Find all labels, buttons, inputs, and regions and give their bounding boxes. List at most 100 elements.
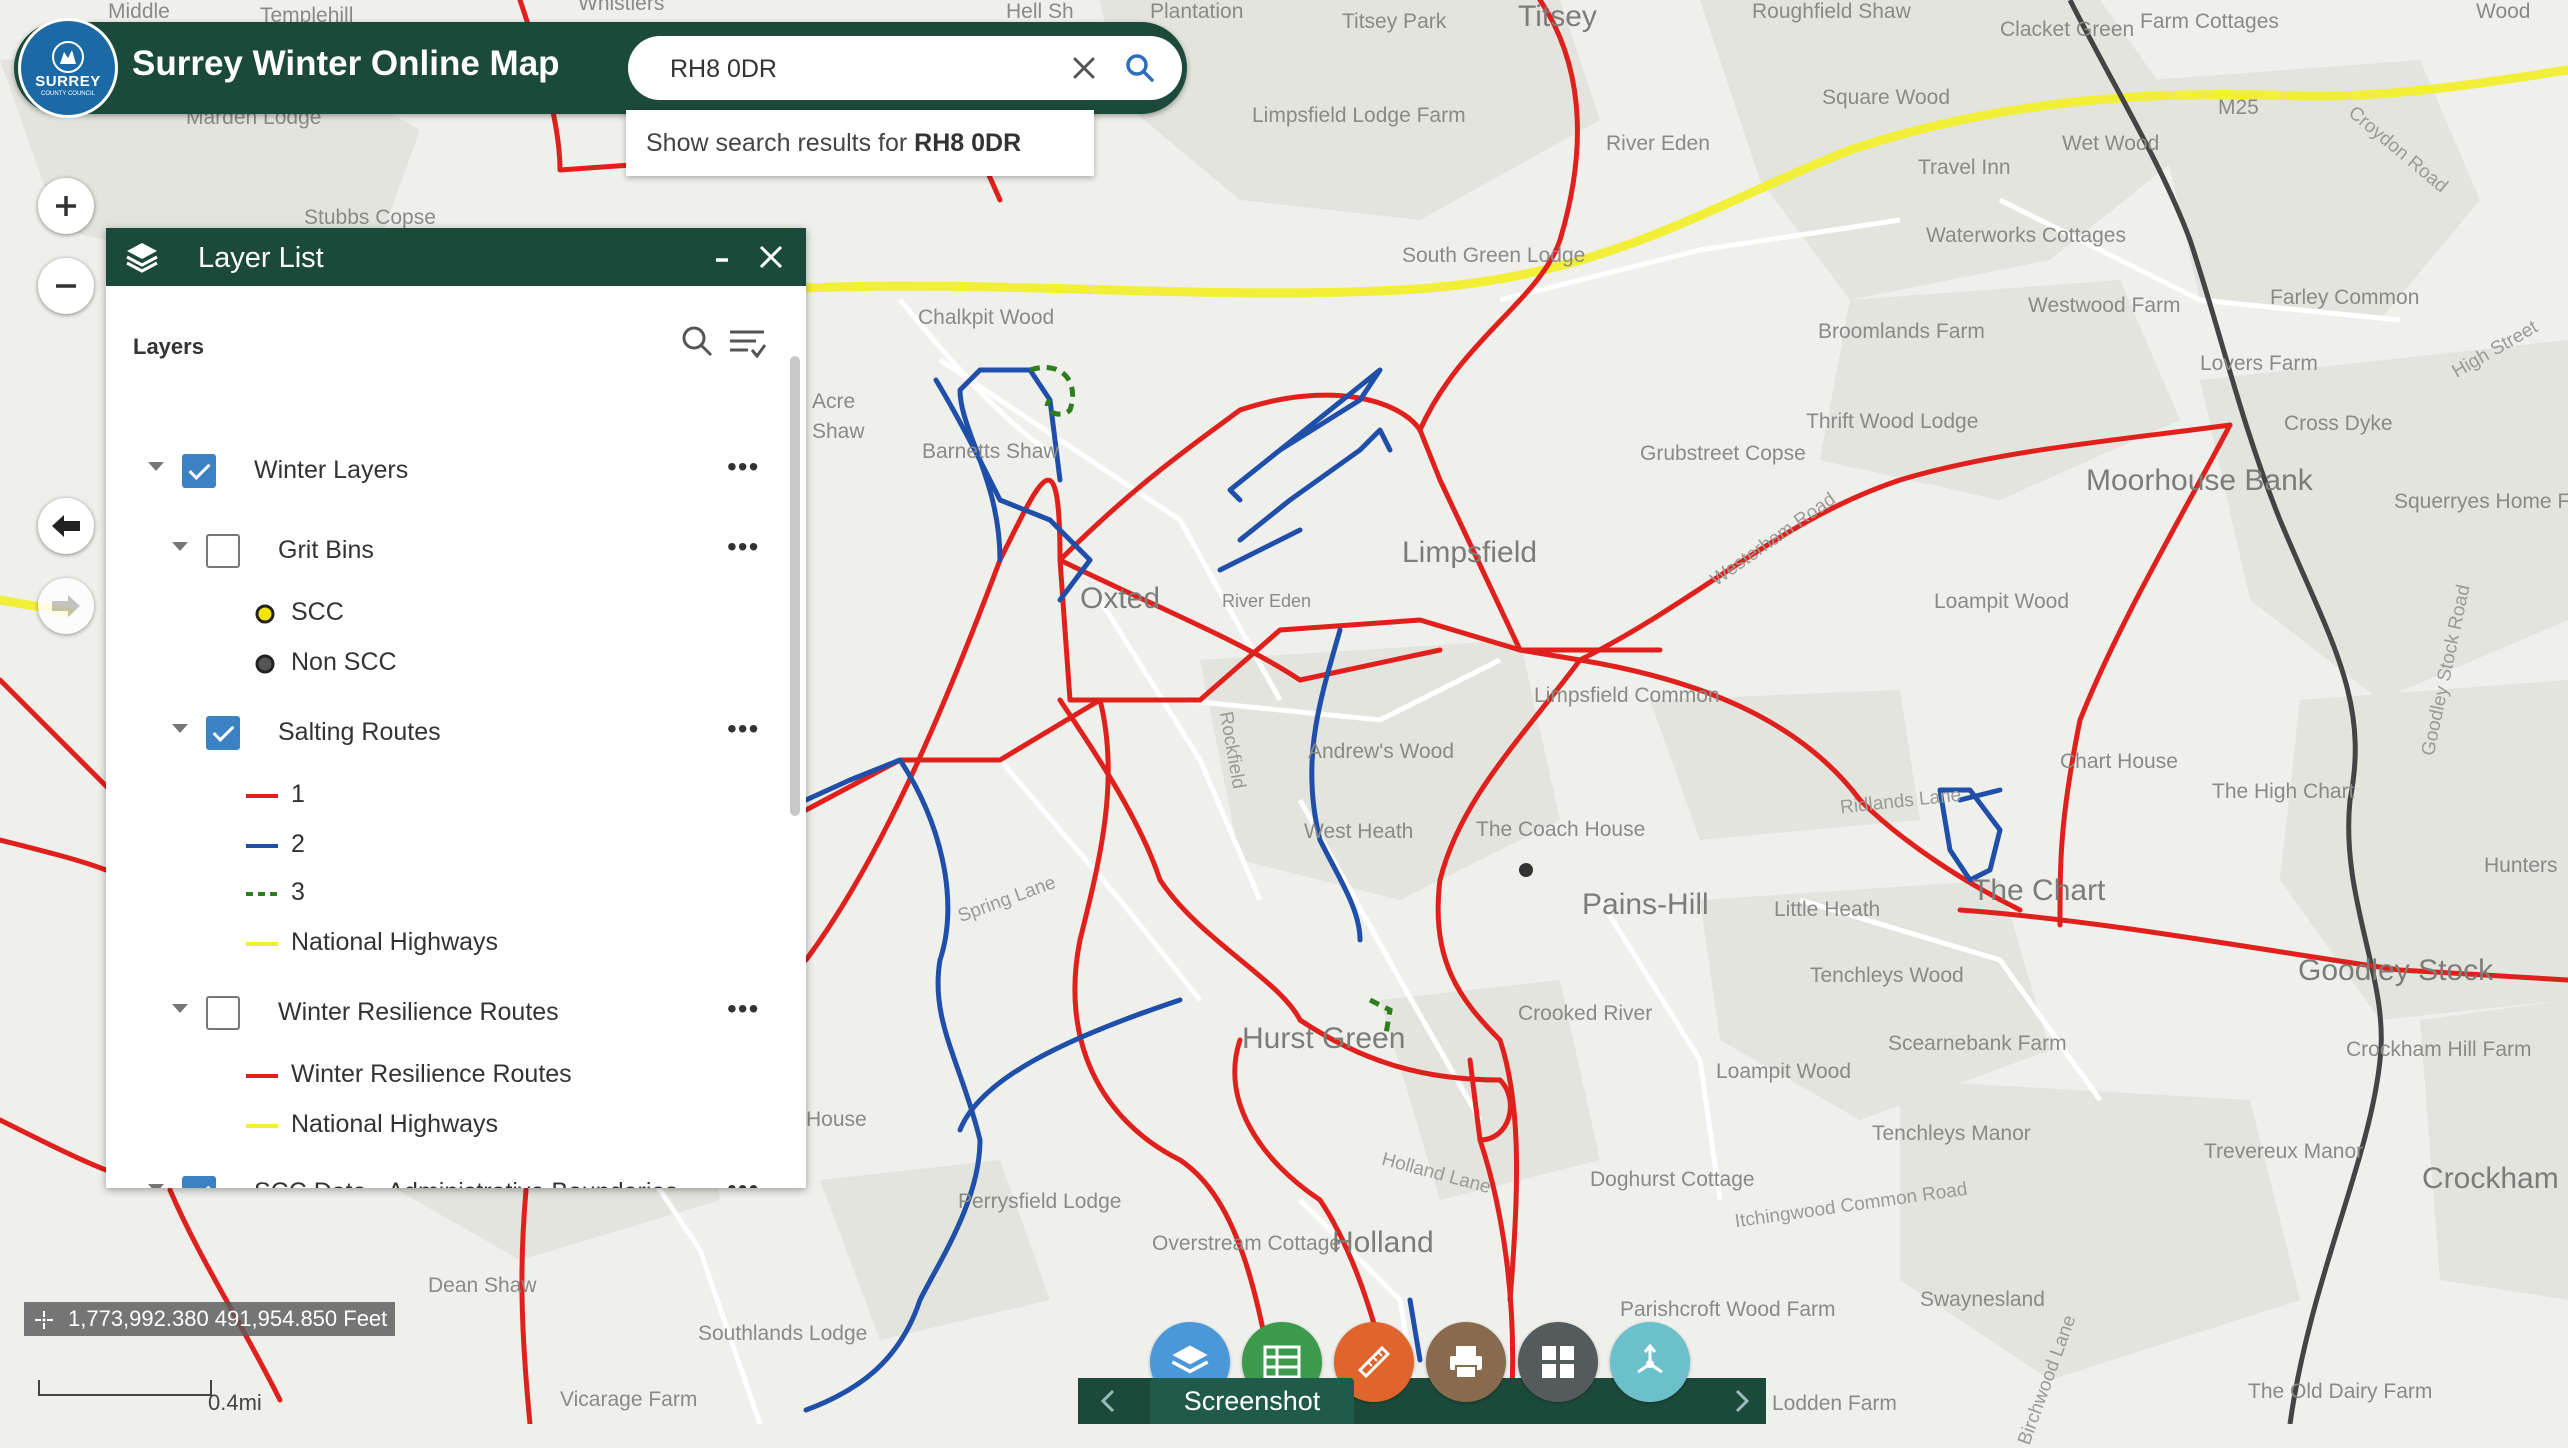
chevron-down-icon[interactable] bbox=[148, 462, 164, 471]
map-label: Doghurst Cottage bbox=[1590, 1168, 1755, 1191]
map-label: Broomlands Farm bbox=[1818, 320, 1985, 343]
search-suggestion[interactable]: Show search results for RH8 0DR bbox=[626, 110, 1094, 176]
panel-scrollbar[interactable] bbox=[790, 356, 800, 816]
surrey-logo: SURREY COUNTY COUNCIL bbox=[18, 18, 118, 118]
map-label: South Green Lodge bbox=[1402, 244, 1586, 267]
map-label: Trevereux Manor bbox=[2204, 1140, 2364, 1163]
map-label: Stubbs Copse bbox=[304, 206, 436, 229]
layer-options-button[interactable]: ••• bbox=[727, 533, 759, 561]
zoom-in-button[interactable] bbox=[38, 178, 94, 234]
chevron-down-icon[interactable] bbox=[172, 1004, 188, 1013]
layer-label: Grit Bins bbox=[278, 536, 374, 564]
map-label: Moorhouse Bank bbox=[2086, 464, 2313, 497]
map-label: Limpsfield Lodge Farm bbox=[1252, 104, 1466, 127]
layer-options-button[interactable]: ••• bbox=[727, 995, 759, 1023]
screenshot-tool-label[interactable]: Screenshot bbox=[1150, 1378, 1354, 1424]
map-label: West Heath bbox=[1304, 820, 1414, 843]
map-label: Titsey Park bbox=[1342, 10, 1447, 33]
layer-checkbox-grit-bins[interactable] bbox=[206, 534, 240, 568]
layer-item-grit-bins[interactable]: Grit Bins ••• bbox=[106, 530, 786, 574]
minus-icon bbox=[56, 284, 76, 288]
layer-options-button[interactable]: ••• bbox=[727, 715, 759, 743]
map-label: Middle bbox=[108, 0, 170, 23]
route-1-symbol bbox=[246, 794, 278, 798]
close-icon[interactable] bbox=[1062, 46, 1106, 90]
search-input[interactable] bbox=[668, 47, 1052, 91]
toolbar-next-button[interactable] bbox=[1726, 1386, 1756, 1416]
search-button[interactable] bbox=[1114, 42, 1166, 94]
map-label: Limpsfield bbox=[1402, 536, 1538, 569]
map-label: Wet Wood bbox=[2062, 132, 2160, 155]
map-label: House bbox=[806, 1108, 867, 1131]
layer-checkbox-winter-resilience-routes[interactable] bbox=[206, 996, 240, 1030]
chevron-down-icon[interactable] bbox=[148, 1184, 164, 1188]
legend-item: Winter Resilience Routes bbox=[106, 1056, 706, 1096]
minimize-button[interactable] bbox=[710, 246, 734, 270]
legend-item: National Highways bbox=[106, 1106, 706, 1146]
map-label: Tenchleys Wood bbox=[1810, 964, 1964, 987]
print-tool-button[interactable] bbox=[1426, 1322, 1506, 1402]
map-label: Titsey bbox=[1518, 0, 1597, 33]
chevron-down-icon[interactable] bbox=[172, 542, 188, 551]
layer-item-salting-routes[interactable]: Salting Routes ••• bbox=[106, 712, 786, 756]
map-label: Squerryes Home Farm bbox=[2394, 490, 2568, 513]
layer-checkbox-winter-layers[interactable] bbox=[182, 454, 216, 488]
crosshair-icon[interactable] bbox=[34, 1310, 54, 1330]
legend-label: 1 bbox=[291, 780, 305, 808]
map-label: Acre bbox=[812, 390, 856, 413]
layer-list-panel: Layer List Layers Winter Layers ••• Grit… bbox=[106, 228, 806, 1188]
coordinate-text: 1,773,992.380 491,954.850 Feet bbox=[68, 1306, 388, 1331]
zoom-out-button[interactable] bbox=[38, 258, 94, 314]
map-label: Plantation bbox=[1150, 0, 1244, 23]
layer-checkbox-admin-boundaries[interactable] bbox=[182, 1176, 216, 1188]
map-label: Oxted bbox=[1080, 582, 1161, 615]
chevron-down-icon[interactable] bbox=[172, 724, 188, 733]
toolbar-prev-button[interactable] bbox=[1094, 1386, 1124, 1416]
map-label: Lodden Farm bbox=[1772, 1392, 1897, 1415]
layer-filter-button[interactable] bbox=[728, 326, 767, 360]
app-header: SURREY COUNTY COUNCIL Surrey Winter Onli… bbox=[14, 18, 1187, 118]
route-3-symbol bbox=[246, 892, 278, 896]
map-label: Westwood Farm bbox=[2028, 294, 2181, 317]
map-label: The Old Dairy Farm bbox=[2248, 1380, 2433, 1403]
layer-item-winter-resilience-routes[interactable]: Winter Resilience Routes ••• bbox=[106, 992, 786, 1036]
map-label: Chart House bbox=[2060, 750, 2178, 773]
next-extent-button[interactable] bbox=[38, 578, 94, 634]
map-label: Lovers Farm bbox=[2200, 352, 2318, 375]
map-label: Loampit Wood bbox=[1934, 590, 2070, 613]
legend-item: 3 bbox=[106, 874, 706, 914]
map-label: Andrew's Wood bbox=[1308, 740, 1455, 763]
layer-checkbox-salting-routes[interactable] bbox=[206, 716, 240, 750]
legend-item: SCC bbox=[106, 594, 706, 634]
layer-label: SCC Data - Administrative Boundaries bbox=[254, 1178, 678, 1188]
layer-options-button[interactable]: ••• bbox=[727, 1175, 759, 1189]
map-label: Waterworks Cottages bbox=[1926, 224, 2126, 247]
map-label: Crooked River bbox=[1518, 1002, 1653, 1025]
layer-search-button[interactable] bbox=[680, 324, 714, 358]
arrow-right-icon bbox=[52, 595, 80, 617]
share-tool-button[interactable] bbox=[1610, 1322, 1690, 1402]
layer-item-winter-layers[interactable]: Winter Layers ••• bbox=[106, 450, 786, 494]
layer-label: Winter Layers bbox=[254, 456, 409, 484]
layer-item-admin-boundaries[interactable]: SCC Data - Administrative Boundaries ••• bbox=[106, 1172, 786, 1188]
grit-bin-point[interactable] bbox=[1519, 863, 1533, 877]
layer-label: Salting Routes bbox=[278, 718, 441, 746]
map-label: Crockham Hill Farm bbox=[2346, 1038, 2532, 1061]
close-panel-button[interactable] bbox=[756, 242, 786, 272]
map-label: Square Wood bbox=[1822, 86, 1951, 109]
layer-options-button[interactable]: ••• bbox=[727, 453, 759, 481]
basemap-gallery-tool-button[interactable] bbox=[1518, 1322, 1598, 1402]
previous-extent-button[interactable] bbox=[38, 498, 94, 554]
map-label: Hell Sh bbox=[1006, 0, 1074, 23]
map-label: Goodley Stock bbox=[2298, 954, 2494, 987]
scale-label: 0.4mi bbox=[208, 1390, 262, 1415]
map-label: Whistlers bbox=[578, 0, 665, 15]
close-icon bbox=[759, 245, 783, 269]
chevron-left-icon bbox=[1100, 1389, 1115, 1413]
route-2-symbol bbox=[246, 844, 278, 848]
suggestion-prefix: Show search results for bbox=[646, 129, 915, 157]
legend-item: 1 bbox=[106, 776, 706, 816]
map-label: River Eden bbox=[1606, 132, 1710, 155]
map-label: Crockham bbox=[2422, 1162, 2559, 1195]
logo-text: SURREY bbox=[35, 72, 101, 90]
